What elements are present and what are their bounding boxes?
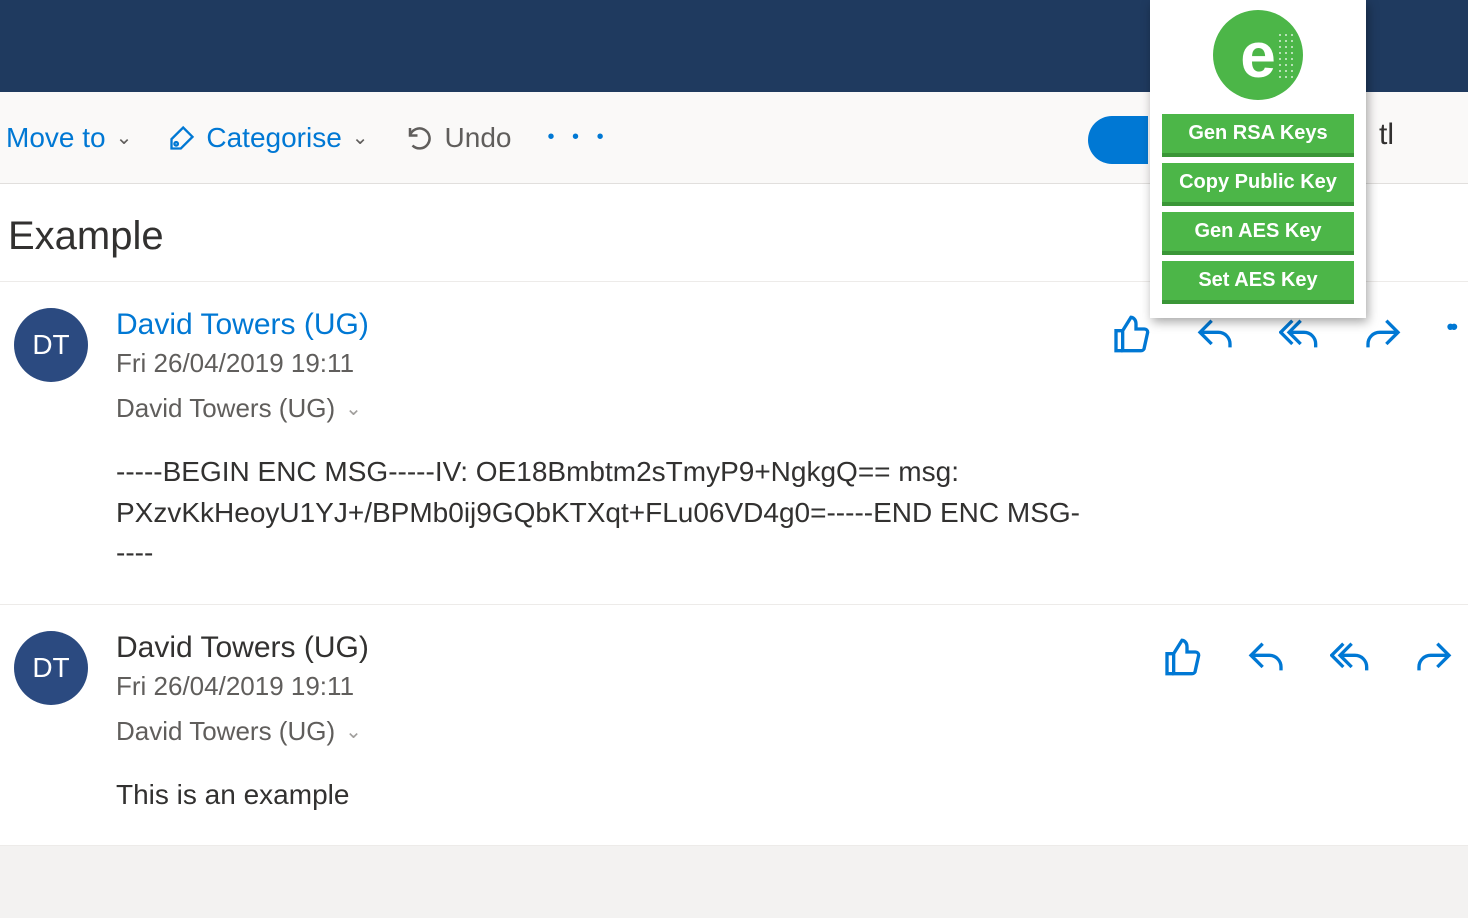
partial-text: tl	[1379, 118, 1394, 152]
gen-aes-key-button[interactable]: Gen AES Key	[1162, 212, 1354, 251]
toolbar-pill[interactable]	[1088, 116, 1148, 164]
expand-recipients-icon: ⌄	[345, 396, 362, 421]
move-to-menu[interactable]: Move to ⌄	[6, 122, 132, 154]
message-body: This is an example	[116, 775, 1134, 816]
undo-icon	[405, 123, 435, 153]
message-actions	[1162, 637, 1454, 816]
recipients-line[interactable]: David Towers (UG) ⌄	[116, 716, 1134, 747]
email-message: DT David Towers (UG) Fri 26/04/2019 19:1…	[0, 282, 1468, 605]
reply-all-icon[interactable]	[1330, 637, 1370, 677]
like-icon[interactable]	[1162, 637, 1202, 677]
message-date: Fri 26/04/2019 19:11	[116, 348, 1083, 379]
chevron-down-icon: ⌄	[352, 125, 369, 150]
expand-recipients-icon: ⌄	[345, 719, 362, 744]
move-to-label: Move to	[6, 122, 106, 154]
avatar: DT	[14, 308, 88, 382]
message-body: -----BEGIN ENC MSG-----IV: OE18Bmbtm2sTm…	[116, 452, 1083, 574]
ellipsis-icon: • • •	[547, 126, 609, 149]
message-header: David Towers (UG) Fri 26/04/2019 19:11 D…	[116, 308, 1083, 574]
forward-icon[interactable]	[1414, 637, 1454, 677]
copy-public-key-button[interactable]: Copy Public Key	[1162, 163, 1354, 202]
message-header: David Towers (UG) Fri 26/04/2019 19:11 D…	[116, 631, 1134, 816]
message-actions: ••	[1111, 314, 1454, 574]
chevron-down-icon: ⌄	[116, 125, 133, 150]
avatar: DT	[14, 631, 88, 705]
categorise-label: Categorise	[206, 122, 341, 154]
more-message-actions[interactable]: ••	[1447, 314, 1454, 340]
undo-button[interactable]: Undo	[405, 122, 512, 154]
undo-label: Undo	[445, 122, 512, 154]
like-icon[interactable]	[1111, 314, 1151, 354]
reply-icon[interactable]	[1195, 314, 1235, 354]
set-aes-key-button[interactable]: Set AES Key	[1162, 261, 1354, 300]
recipients-text: David Towers (UG)	[116, 393, 335, 424]
reply-icon[interactable]	[1246, 637, 1286, 677]
extension-logo: e	[1213, 10, 1303, 100]
sender-name[interactable]: David Towers (UG)	[116, 308, 1083, 342]
recipients-line[interactable]: David Towers (UG) ⌄	[116, 393, 1083, 424]
categorise-menu[interactable]: Categorise ⌄	[168, 122, 368, 154]
extension-logo-letter: e	[1240, 18, 1276, 92]
tag-icon	[168, 124, 196, 152]
sender-name[interactable]: David Towers (UG)	[116, 631, 1134, 665]
more-actions-button[interactable]: • • •	[547, 126, 609, 149]
extension-panel: e Gen RSA Keys Copy Public Key Gen AES K…	[1150, 0, 1366, 318]
recipients-text: David Towers (UG)	[116, 716, 335, 747]
gen-rsa-keys-button[interactable]: Gen RSA Keys	[1162, 114, 1354, 153]
forward-icon[interactable]	[1363, 314, 1403, 354]
message-date: Fri 26/04/2019 19:11	[116, 671, 1134, 702]
email-message: DT David Towers (UG) Fri 26/04/2019 19:1…	[0, 605, 1468, 847]
reply-all-icon[interactable]	[1279, 314, 1319, 354]
